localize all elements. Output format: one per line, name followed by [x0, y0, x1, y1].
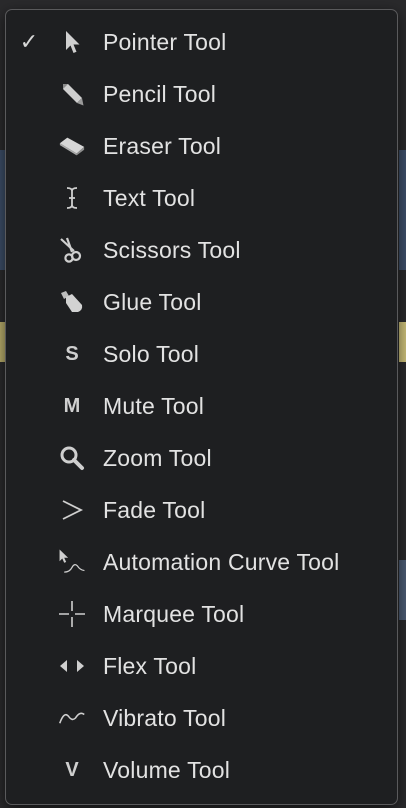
background-track-region	[399, 150, 406, 270]
volume-icon: V	[58, 756, 86, 784]
menu-item-label: Mute Tool	[103, 392, 205, 419]
menu-item-fade-tool[interactable]: Fade Tool	[6, 484, 397, 536]
menu-item-mute-tool[interactable]: M Mute Tool	[6, 380, 397, 432]
solo-icon: S	[58, 340, 86, 368]
menu-item-pencil-tool[interactable]: Pencil Tool	[6, 68, 397, 120]
pencil-icon	[58, 80, 86, 108]
menu-item-glue-tool[interactable]: Glue Tool	[6, 276, 397, 328]
volume-glyph: V	[65, 758, 79, 781]
menu-item-label: Flex Tool	[103, 652, 197, 679]
menu-item-label: Automation Curve Tool	[103, 548, 340, 575]
menu-item-vibrato-tool[interactable]: Vibrato Tool	[6, 692, 397, 744]
menu-item-solo-tool[interactable]: S Solo Tool	[6, 328, 397, 380]
background-track-region	[399, 322, 406, 362]
menu-item-pointer-tool[interactable]: ✓ Pointer Tool	[6, 16, 397, 68]
menu-item-scissors-tool[interactable]: Scissors Tool	[6, 224, 397, 276]
eraser-icon	[58, 132, 86, 160]
menu-item-label: Pointer Tool	[103, 28, 227, 55]
menu-item-text-tool[interactable]: Text Tool	[6, 172, 397, 224]
menu-item-label: Vibrato Tool	[103, 704, 227, 731]
vibrato-wave-icon	[58, 704, 86, 732]
scissors-icon	[58, 236, 86, 264]
menu-item-marquee-tool[interactable]: Marquee Tool	[6, 588, 397, 640]
solo-glyph: S	[65, 342, 79, 365]
automation-curve-icon	[58, 548, 86, 576]
menu-item-label: Pencil Tool	[103, 80, 217, 107]
menu-item-label: Scissors Tool	[103, 236, 241, 263]
menu-item-label: Text Tool	[103, 184, 196, 211]
tool-menu-list: ✓ Pointer Tool Pencil Tool Eraser Tool T…	[6, 10, 397, 796]
mute-glyph: M	[63, 394, 81, 417]
fade-icon	[58, 496, 86, 524]
menu-item-zoom-tool[interactable]: Zoom Tool	[6, 432, 397, 484]
mute-icon: M	[58, 392, 86, 420]
pointer-icon	[58, 28, 86, 56]
menu-item-label: Solo Tool	[103, 340, 200, 367]
menu-item-label: Volume Tool	[103, 756, 231, 783]
menu-item-flex-tool[interactable]: Flex Tool	[6, 640, 397, 692]
text-cursor-icon	[58, 184, 86, 212]
menu-item-automation-curve-tool[interactable]: Automation Curve Tool	[6, 536, 397, 588]
menu-item-label: Eraser Tool	[103, 132, 222, 159]
tool-menu: ✓ Pointer Tool Pencil Tool Eraser Tool T…	[5, 9, 398, 805]
menu-item-label: Glue Tool	[103, 288, 202, 315]
menu-item-label: Marquee Tool	[103, 600, 245, 627]
glue-icon	[58, 288, 86, 316]
marquee-crosshair-icon	[58, 600, 86, 628]
flex-arrows-icon	[58, 652, 86, 680]
background-track-region	[399, 560, 406, 620]
magnifier-icon	[58, 444, 86, 472]
menu-item-label: Zoom Tool	[103, 444, 212, 471]
checkmark-icon: ✓	[19, 29, 39, 55]
menu-item-volume-tool[interactable]: V Volume Tool	[6, 744, 397, 796]
menu-item-eraser-tool[interactable]: Eraser Tool	[6, 120, 397, 172]
menu-item-label: Fade Tool	[103, 496, 206, 523]
